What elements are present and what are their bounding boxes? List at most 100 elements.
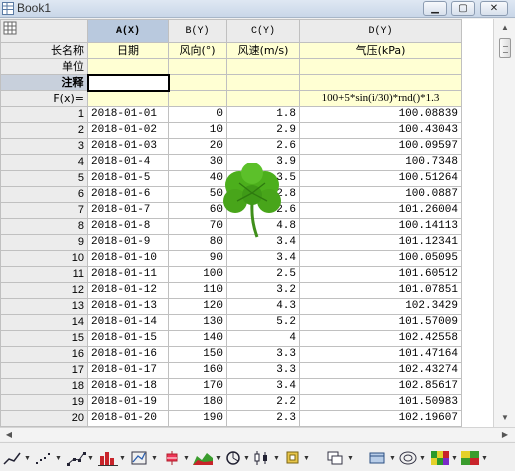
row-number[interactable]: 7	[0, 202, 88, 219]
cell-pressure[interactable]: 102.43274	[299, 362, 462, 379]
table-row[interactable]: 15 2018-01-15 140 4 102.42558	[0, 330, 462, 347]
cell-wind-direction[interactable]: 130	[168, 314, 227, 331]
row-number[interactable]: 19	[0, 394, 88, 411]
row-number[interactable]: 20	[0, 410, 88, 427]
column-header-a[interactable]: A(X)	[87, 19, 169, 43]
select-all-corner[interactable]	[0, 19, 88, 43]
area-plot-button[interactable]: ▼	[192, 449, 222, 467]
cell-date[interactable]: 2018-01-6	[87, 186, 169, 203]
row-number[interactable]: 6	[0, 186, 88, 203]
cell-wind-direction[interactable]: 180	[168, 394, 227, 411]
unit-cell-c[interactable]	[226, 58, 300, 75]
contour-button[interactable]: ▼	[398, 449, 426, 467]
fx-cell-b[interactable]	[168, 90, 227, 107]
cell-wind-speed[interactable]: 2.9	[226, 122, 300, 139]
cell-date[interactable]: 2018-01-14	[87, 314, 169, 331]
cell-date[interactable]: 2018-01-16	[87, 346, 169, 363]
cell-wind-speed[interactable]: 3.3	[226, 346, 300, 363]
row-number[interactable]: 12	[0, 282, 88, 299]
cell-wind-direction[interactable]: 100	[168, 266, 227, 283]
row-number[interactable]: 17	[0, 362, 88, 379]
cell-pressure[interactable]: 102.42558	[299, 330, 462, 347]
cell-wind-direction[interactable]: 150	[168, 346, 227, 363]
column-header-d[interactable]: D(Y)	[299, 19, 462, 43]
box-chart-button[interactable]: ▼	[162, 449, 190, 467]
table-row[interactable]: 13 2018-01-13 120 4.3 102.3429	[0, 298, 462, 315]
cell-date[interactable]: 2018-01-01	[87, 106, 169, 123]
vertical-scrollbar[interactable]: ▲ ▼	[493, 19, 515, 427]
cell-date[interactable]: 2018-01-20	[87, 410, 169, 427]
column-header-b[interactable]: B(Y)	[168, 19, 227, 43]
template-button[interactable]: ▼	[368, 449, 396, 467]
fx-cell-d[interactable]: 100+5*sin(i/30)*rnd()*1.3	[299, 90, 462, 107]
row-number[interactable]: 18	[0, 378, 88, 395]
comment-cell-c[interactable]	[226, 74, 300, 91]
cell-wind-direction[interactable]: 10	[168, 122, 227, 139]
cell-wind-speed[interactable]: 1.8	[226, 106, 300, 123]
cell-date[interactable]: 2018-01-18	[87, 378, 169, 395]
cell-date[interactable]: 2018-01-7	[87, 202, 169, 219]
cell-wind-direction[interactable]: 70	[168, 218, 227, 235]
cell-date[interactable]: 2018-01-12	[87, 282, 169, 299]
cell-wind-speed[interactable]: 3.2	[226, 282, 300, 299]
cell-pressure[interactable]: 102.19607	[299, 410, 462, 427]
cell-pressure[interactable]: 100.0887	[299, 186, 462, 203]
stack-button[interactable]: ▼	[326, 449, 354, 467]
table-row[interactable]: 18 2018-01-18 170 3.4 102.85617	[0, 378, 462, 395]
scatter-plot-button[interactable]: ▼	[34, 449, 62, 467]
row-number[interactable]: 8	[0, 218, 88, 235]
cell-pressure[interactable]: 100.05095	[299, 250, 462, 267]
table-row[interactable]: 3 2018-01-03 20 2.6 100.09597	[0, 138, 462, 155]
cell-pressure[interactable]: 100.08839	[299, 106, 462, 123]
unit-cell-a[interactable]	[87, 58, 169, 75]
heatmap-button[interactable]: ▼	[430, 449, 458, 467]
table-row[interactable]: 2 2018-01-02 10 2.9 100.43043	[0, 122, 462, 139]
cell-date[interactable]: 2018-01-10	[87, 250, 169, 267]
cell-date[interactable]: 2018-01-19	[87, 394, 169, 411]
minimize-button[interactable]: ▁	[423, 1, 447, 16]
scroll-up-arrow-icon[interactable]: ▲	[498, 21, 512, 35]
table-row[interactable]: 20 2018-01-20 190 2.3 102.19607	[0, 410, 462, 427]
cell-wind-speed[interactable]: 2.6	[226, 138, 300, 155]
table-row[interactable]: 14 2018-01-14 130 5.2 101.57009	[0, 314, 462, 331]
cell-date[interactable]: 2018-01-5	[87, 170, 169, 187]
scroll-down-arrow-icon[interactable]: ▼	[498, 411, 512, 425]
row-number[interactable]: 2	[0, 122, 88, 139]
cell-date[interactable]: 2018-01-11	[87, 266, 169, 283]
row-number[interactable]: 13	[0, 298, 88, 315]
unit-cell-b[interactable]	[168, 58, 227, 75]
cell-pressure[interactable]: 101.26004	[299, 202, 462, 219]
vertical-scroll-thumb[interactable]	[499, 38, 511, 58]
row-number[interactable]: 11	[0, 266, 88, 283]
stock-chart-button[interactable]: ▼	[252, 449, 280, 467]
cell-pressure[interactable]: 100.14113	[299, 218, 462, 235]
cell-date[interactable]: 2018-01-17	[87, 362, 169, 379]
color-map-button[interactable]: ▼	[460, 449, 488, 467]
close-button[interactable]: ✕	[480, 1, 508, 16]
plot-3d-button[interactable]: ▼	[130, 449, 158, 467]
cell-pressure[interactable]: 101.50983	[299, 394, 462, 411]
longname-cell-d[interactable]: 气压(kPa)	[299, 42, 462, 59]
row-number[interactable]: 15	[0, 330, 88, 347]
scroll-right-arrow-icon[interactable]: ▶	[498, 428, 512, 442]
table-row[interactable]: 11 2018-01-11 100 2.5 101.60512	[0, 266, 462, 283]
cell-pressure[interactable]: 102.85617	[299, 378, 462, 395]
table-row[interactable]: 19 2018-01-19 180 2.2 101.50983	[0, 394, 462, 411]
cell-wind-direction[interactable]: 110	[168, 282, 227, 299]
cell-wind-direction[interactable]: 0	[168, 106, 227, 123]
cell-wind-direction[interactable]: 170	[168, 378, 227, 395]
unit-cell-d[interactable]	[299, 58, 462, 75]
line-symbol-plot-button[interactable]: ▼	[66, 449, 94, 467]
cell-wind-direction[interactable]: 60	[168, 202, 227, 219]
cell-pressure[interactable]: 101.12341	[299, 234, 462, 251]
column-plot-button[interactable]: ▼	[98, 449, 126, 467]
cell-wind-speed[interactable]: 2.5	[226, 266, 300, 283]
horizontal-scrollbar[interactable]: ◀ ▶	[0, 427, 515, 441]
cell-pressure[interactable]: 101.47164	[299, 346, 462, 363]
cell-pressure[interactable]: 100.43043	[299, 122, 462, 139]
cell-date[interactable]: 2018-01-02	[87, 122, 169, 139]
cell-date[interactable]: 2018-01-03	[87, 138, 169, 155]
row-number[interactable]: 9	[0, 234, 88, 251]
cell-wind-speed[interactable]: 2.2	[226, 394, 300, 411]
cell-wind-direction[interactable]: 160	[168, 362, 227, 379]
